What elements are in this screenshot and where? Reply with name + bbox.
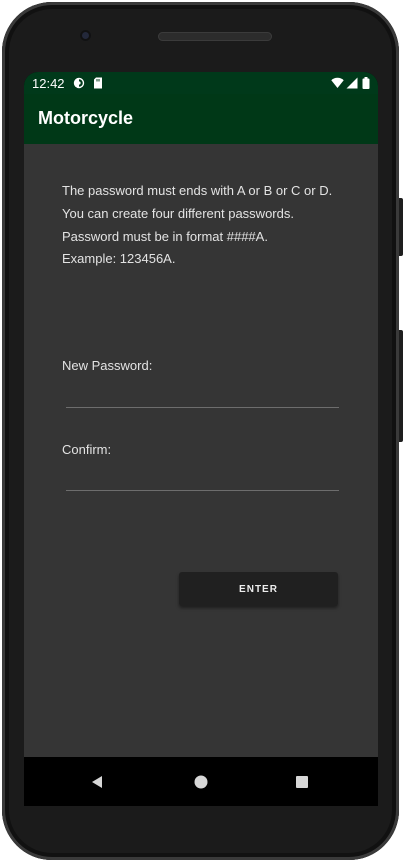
new-password-field[interactable]	[66, 383, 339, 408]
instruction-line-1: The password must ends with A or B or C …	[62, 183, 333, 198]
screen: 12:42 Motorcycle The password must ends …	[24, 72, 378, 806]
earpiece-speaker	[158, 32, 272, 41]
recents-icon[interactable]	[289, 769, 315, 795]
phone-frame: 12:42 Motorcycle The password must ends …	[2, 2, 399, 860]
content-area: The password must ends with A or B or C …	[24, 144, 378, 757]
status-bar: 12:42	[24, 72, 378, 94]
instruction-line-2: You can create four different passwords.	[62, 206, 294, 221]
signal-icon	[346, 77, 358, 92]
wifi-icon	[331, 77, 344, 92]
front-camera	[80, 30, 91, 41]
sync-icon	[73, 77, 85, 92]
volume-button	[399, 198, 403, 256]
back-icon[interactable]	[84, 769, 110, 795]
home-icon[interactable]	[188, 769, 214, 795]
instruction-line-3: Password must be in format ####A.	[62, 229, 268, 244]
battery-icon	[362, 77, 370, 92]
power-button	[399, 330, 403, 442]
sd-card-icon	[93, 77, 103, 92]
confirm-password-field[interactable]	[66, 466, 339, 491]
app-bar: Motorcycle	[24, 94, 378, 144]
status-time: 12:42	[32, 76, 65, 91]
app-title: Motorcycle	[38, 108, 134, 128]
navigation-bar	[24, 757, 378, 806]
enter-button[interactable]: ENTER	[179, 572, 338, 606]
new-password-label: New Password:	[62, 358, 153, 373]
instruction-line-4: Example: 123456A.	[62, 251, 176, 266]
confirm-label: Confirm:	[62, 442, 112, 457]
